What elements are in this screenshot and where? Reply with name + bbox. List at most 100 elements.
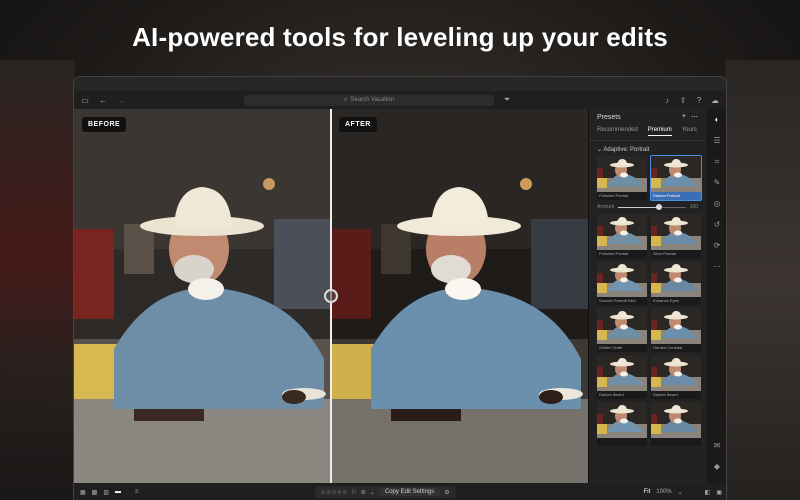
history-icon[interactable]: ↺: [710, 220, 724, 232]
sidebar-toggle-icon[interactable]: ▭: [80, 96, 90, 105]
preset-thumbnail-image: [651, 261, 701, 297]
mini-compare-icon[interactable]: ▣: [716, 489, 722, 496]
flag-icon[interactable]: ⚐: [351, 489, 356, 496]
toolbar: ▭ ← → ⌕ Search Vacation ⏷ ♪ ⇪ ? ☁: [74, 91, 726, 109]
settings-icon[interactable]: ⚙: [444, 489, 449, 496]
preset-thumbnail[interactable]: Enhance Eyes: [651, 261, 701, 305]
before-photo: BEFORE: [74, 109, 331, 483]
search-icon: ⌕: [344, 96, 348, 103]
preset-thumbnail-image: [651, 308, 701, 344]
square-grid-icon[interactable]: ▩: [92, 489, 98, 496]
after-photo: AFTER: [331, 109, 588, 483]
title-bar: [74, 77, 726, 91]
help-icon[interactable]: ?: [694, 96, 704, 105]
preset-name: Glow Portrait: [651, 250, 701, 258]
search-placeholder: Search Vacation: [350, 97, 394, 103]
zoom-controls: Fit 100% ⌄ ◧ ▣: [644, 489, 722, 496]
preset-thumbnail-image: [597, 308, 647, 344]
preset-thumbnail[interactable]: [651, 402, 701, 446]
preset-thumbnail-image: [651, 402, 701, 438]
filmstrip-icon[interactable]: ▥: [103, 489, 109, 496]
preset-thumbnail-image: [597, 156, 647, 192]
presets-panel: Presets + ⋯ Recommended Premium Yours ⌄ …: [588, 109, 706, 483]
divider-handle[interactable]: [324, 289, 338, 303]
preset-thumbnail[interactable]: Harden Contrast: [651, 308, 701, 352]
preset-thumbnail-image: [597, 355, 647, 391]
chevron-down-icon: ⌄: [597, 147, 603, 153]
tab-yours[interactable]: Yours: [682, 127, 697, 136]
preset-thumbnail[interactable]: Polished Portrait: [597, 214, 647, 258]
presets-title: Presets: [597, 113, 621, 121]
star-rating[interactable]: ☆☆☆☆☆: [321, 489, 348, 496]
versions-icon[interactable]: ⟳: [710, 241, 724, 253]
preset-thumbnail[interactable]: Darken Beard: [651, 355, 701, 399]
compare-icon[interactable]: ⌄: [370, 489, 375, 496]
amount-slider-row: Amount 100: [589, 200, 706, 214]
preset-thumbnail[interactable]: Whiten Teeth: [597, 308, 647, 352]
amount-slider-fill: [618, 206, 659, 208]
heal-icon[interactable]: ✎: [710, 178, 724, 190]
background-blur-right: [725, 60, 800, 500]
preset-thumbnail[interactable]: Glow Portrait: [651, 214, 701, 258]
amount-slider[interactable]: [618, 203, 686, 210]
copy-edit-settings-button[interactable]: Copy Edit Settings: [378, 488, 441, 496]
more-icon[interactable]: ⋯: [691, 113, 698, 121]
before-after-icon[interactable]: ◧: [705, 489, 711, 496]
back-arrow-icon[interactable]: ←: [98, 96, 108, 105]
preset-thumbnail[interactable]: Smooth Portrait Skin: [597, 261, 647, 305]
crop-icon[interactable]: ⌗: [710, 157, 724, 169]
preset-thumbnail[interactable]: [597, 402, 647, 446]
before-photo-image: [74, 109, 331, 483]
after-photo-image: [331, 109, 588, 483]
preset-name: Darken Beard: [597, 391, 647, 399]
edit-sliders-icon[interactable]: ☰: [710, 136, 724, 148]
grid-view-icon[interactable]: ▦: [80, 489, 86, 496]
tool-rail: ◐ ☰ ⌗ ✎ ◎ ↺ ⟳ ⋯ ✉ ◆ ⓘ: [706, 109, 726, 500]
amount-slider-knob[interactable]: [655, 203, 662, 210]
fit-button[interactable]: Fit: [644, 489, 651, 495]
amount-value: 100: [689, 204, 698, 210]
comment-icon[interactable]: ✉: [710, 441, 724, 453]
preset-grid-bottom: Polished Portrait Glow Portrait Smooth Por…: [589, 214, 706, 446]
more-tools-icon[interactable]: ⋯: [710, 262, 724, 274]
tab-recommended[interactable]: Recommended: [597, 127, 638, 136]
preset-name: Smooth Portrait Skin: [597, 297, 647, 305]
sort-icon[interactable]: ≡: [135, 489, 139, 495]
preset-thumbnail[interactable]: Darken Portrait: [650, 155, 702, 201]
tab-premium[interactable]: Premium: [647, 127, 672, 136]
forward-arrow-icon[interactable]: →: [116, 96, 126, 105]
bottom-bar: ▦ ▩ ▥ ▬ ≡ ☆☆☆☆☆ ⚐ ⊘ ⌄ Copy Edit Settings…: [74, 483, 726, 500]
search-input[interactable]: ⌕ Search Vacation: [244, 94, 494, 106]
zoom-chevron-icon[interactable]: ⌄: [678, 489, 683, 496]
single-view-icon[interactable]: ▬: [115, 489, 121, 495]
preset-name: [651, 438, 701, 446]
photo-comparison: BEFORE AFTER: [74, 109, 588, 483]
tag-icon[interactable]: ◆: [710, 462, 724, 474]
preset-thumbnail-image: [651, 214, 701, 250]
presets-tabs: Recommended Premium Yours: [589, 125, 706, 141]
add-icon[interactable]: +: [682, 113, 686, 121]
presets-icon[interactable]: ◐: [710, 115, 724, 127]
preset-thumbnail-image: [651, 355, 701, 391]
preset-thumbnail-image: [597, 402, 647, 438]
preset-grid-top: Polished Portrait Darken Portrait: [589, 155, 706, 201]
filter-icon[interactable]: ⏷: [502, 95, 512, 105]
presets-header: Presets + ⋯: [589, 109, 706, 125]
preset-name: Polished Portrait: [597, 250, 647, 258]
preset-group-title[interactable]: ⌄ Adaptive: Portrait: [589, 141, 706, 156]
preset-thumbnail[interactable]: Darken Beard: [597, 355, 647, 399]
preset-name: Whiten Teeth: [597, 344, 647, 352]
reject-icon[interactable]: ⊘: [361, 489, 366, 496]
app-window: ▭ ← → ⌕ Search Vacation ⏷ ♪ ⇪ ? ☁ BEFORE…: [73, 76, 727, 500]
preset-thumbnail[interactable]: Polished Portrait: [597, 156, 647, 200]
share-icon[interactable]: ⇪: [678, 96, 688, 105]
preset-thumbnail-image: [651, 156, 701, 192]
after-label: AFTER: [339, 117, 377, 132]
preset-name: [597, 438, 647, 446]
preset-name: Enhance Eyes: [651, 297, 701, 305]
masking-icon[interactable]: ◎: [710, 199, 724, 211]
cloud-icon[interactable]: ☁: [710, 96, 720, 105]
preset-name: Darken Portrait: [651, 192, 701, 200]
zoom-level[interactable]: 100%: [656, 489, 671, 495]
notification-bell-icon[interactable]: ♪: [662, 96, 672, 105]
